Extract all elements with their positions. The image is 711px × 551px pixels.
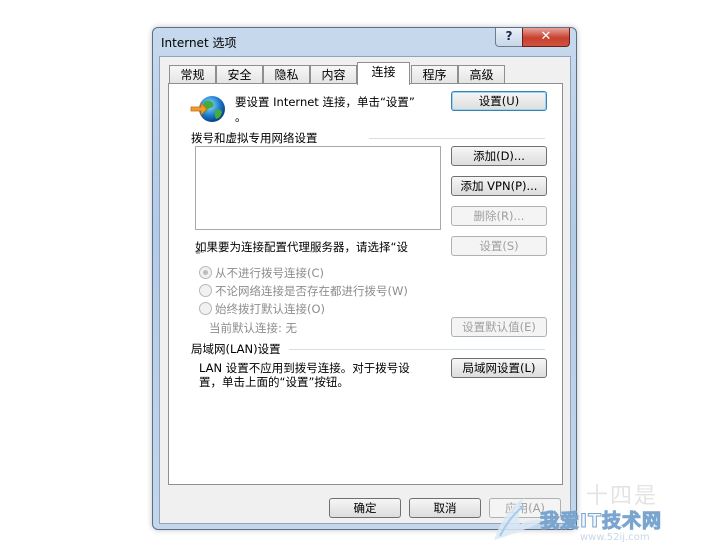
- lan-settings-button[interactable]: 局域网设置(L): [451, 358, 547, 378]
- tab-programs[interactable]: 程序: [411, 65, 458, 84]
- dialog-client-area: 常规 安全 隐私 内容 连接 程序 高级 要设置 Internet 连接，单击“…: [159, 56, 571, 524]
- dialup-section-heading: 拨号和虚拟专用网络设置: [191, 131, 318, 145]
- connections-panel: 要设置 Internet 连接，单击“设置” 。 设置(U) 拨号和虚拟专用网络…: [168, 83, 563, 485]
- internet-options-window: Internet 选项 ? ✕ 常规 安全 隐私 内容 连接 程序 高级 要设置…: [152, 27, 577, 530]
- watermark-brand: 我爱IT技术网: [539, 510, 663, 533]
- help-button[interactable]: ?: [495, 28, 523, 47]
- tab-advanced[interactable]: 高级: [458, 65, 505, 84]
- watermark-url: www.52ij.com: [580, 532, 650, 543]
- lan-section-heading: 局域网(LAN)设置: [191, 342, 281, 356]
- set-default-button[interactable]: 设置默认值(E): [451, 317, 547, 337]
- setup-instruction-line1: 要设置 Internet 连接，单击“设置”: [235, 95, 415, 109]
- radio-always-dial-label: 始终拨打默认连接(O): [215, 302, 326, 316]
- proxy-instruction-text: 如果要为连接配置代理服务器，请选择“设: [195, 240, 408, 254]
- cancel-button[interactable]: 取消: [409, 498, 481, 518]
- ok-button[interactable]: 确定: [329, 498, 401, 518]
- tab-security[interactable]: 安全: [216, 65, 263, 84]
- radio-dial-whenever-label: 不论网络连接是否存在都进行拨号(W): [215, 284, 408, 298]
- radio-never-dial-label: 从不进行拨号连接(C): [215, 266, 325, 280]
- setup-instruction-line2: 。: [235, 110, 247, 124]
- tab-privacy[interactable]: 隐私: [263, 65, 310, 84]
- radio-always-dial[interactable]: [199, 302, 212, 315]
- current-default-connection: 当前默认连接: 无: [209, 321, 298, 335]
- tab-connections[interactable]: 连接: [357, 62, 410, 85]
- proxy-instruction-text-cont: 置”。: [195, 249, 210, 254]
- dialup-section-divider: [369, 138, 545, 139]
- site-watermark: 十四是 我爱IT技术网 www.52ij.com: [488, 472, 708, 547]
- lan-section-divider: [289, 349, 545, 350]
- radio-never-dial[interactable]: [199, 266, 212, 279]
- tab-content[interactable]: 内容: [310, 65, 357, 84]
- setup-button[interactable]: 设置(U): [451, 91, 547, 111]
- close-button[interactable]: ✕: [522, 28, 570, 47]
- delete-connection-button[interactable]: 删除(R)...: [451, 206, 547, 226]
- globe-network-icon: [189, 92, 229, 126]
- radio-dial-whenever[interactable]: [199, 284, 212, 297]
- lan-description-line2: 置，单击上面的“设置”按钮。: [199, 375, 349, 389]
- window-title: Internet 选项: [161, 36, 237, 50]
- tab-general[interactable]: 常规: [169, 65, 216, 84]
- connection-settings-button[interactable]: 设置(S): [451, 236, 547, 256]
- add-connection-button[interactable]: 添加(D)...: [451, 146, 547, 166]
- connections-listbox[interactable]: [195, 146, 441, 230]
- add-vpn-button[interactable]: 添加 VPN(P)...: [451, 176, 547, 196]
